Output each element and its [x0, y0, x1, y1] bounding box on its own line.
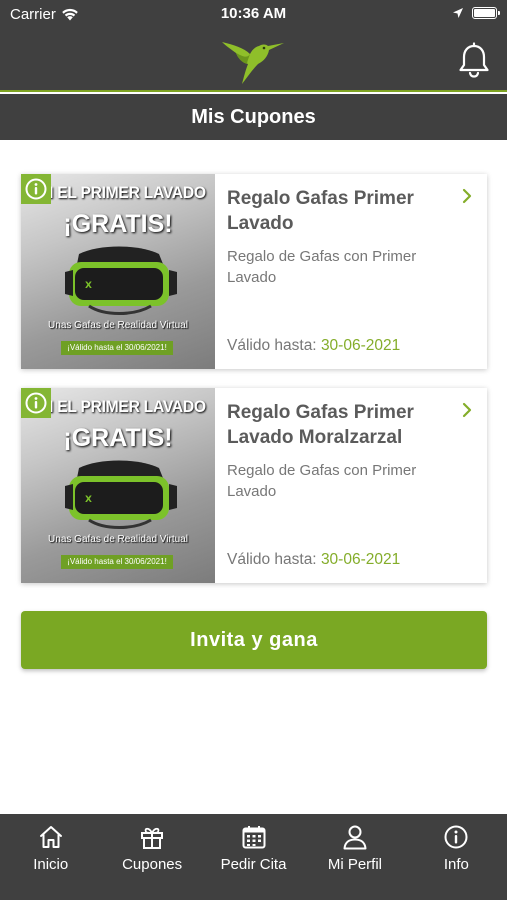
info-icon	[444, 825, 468, 849]
calendar-icon	[242, 826, 266, 849]
chevron-right-icon	[462, 188, 472, 204]
coupon-description: Regalo de Gafas con Primer Lavado	[227, 248, 417, 286]
bell-icon[interactable]	[457, 42, 491, 78]
coupon-validity: Válido hasta: 30-06-2021	[227, 337, 400, 355]
status-right	[452, 7, 500, 19]
invite-button[interactable]: Invita y gana	[21, 611, 487, 669]
coupon-content: Regalo Gafas Primer Lavado Moralzarzal R…	[227, 388, 487, 583]
status-bar: Carrier 10:36 AM	[0, 0, 507, 30]
gift-icon	[141, 827, 164, 849]
coupon-card[interactable]: ON EL PRIMER LAVADO ¡GRATIS! X Unas Gafa…	[21, 388, 487, 583]
valid-label: Válido hasta:	[227, 337, 317, 354]
chevron-right-icon	[462, 402, 472, 418]
coupon-card[interactable]: ON EL PRIMER LAVADO ¡GRATIS! X Unas Gafa…	[21, 174, 487, 369]
page-title-bar: Mis Cupones	[0, 94, 507, 140]
coupon-image-gratis: ¡GRATIS!	[63, 424, 173, 452]
tab-cupones[interactable]: Cupones	[101, 814, 202, 900]
page-title: Mis Cupones	[191, 105, 316, 128]
coupon-image-valid-strip: ¡Válido hasta el 30/06/2021!	[61, 555, 173, 569]
info-circle-icon	[25, 392, 47, 414]
app-header	[0, 30, 507, 92]
tab-pedir-cita[interactable]: Pedir Cita	[203, 814, 304, 900]
valid-label: Válido hasta:	[227, 551, 317, 568]
tab-label: Cupones	[122, 856, 183, 873]
battery-icon	[472, 7, 500, 19]
valid-date: 30-06-2021	[320, 551, 401, 568]
coupon-image-valid-strip: ¡Válido hasta el 30/06/2021!	[61, 341, 173, 355]
coupon-content: Regalo Gafas Primer Lavado Regalo de Gaf…	[227, 174, 487, 369]
coupon-image: ON EL PRIMER LAVADO ¡GRATIS! X Unas Gafa…	[21, 174, 215, 369]
tab-inicio[interactable]: Inicio	[0, 814, 101, 900]
home-icon	[39, 826, 62, 848]
coupon-image-headline: ON EL PRIMER LAVADO	[30, 183, 206, 202]
coupon-image: ON EL PRIMER LAVADO ¡GRATIS! X Unas Gafa…	[21, 388, 215, 583]
valid-date: 30-06-2021	[320, 337, 401, 354]
svg-text:X: X	[85, 495, 92, 505]
coupon-image-subtitle: Unas Gafas de Realidad Virtual	[48, 320, 188, 331]
tab-label: Pedir Cita	[220, 856, 287, 873]
info-badge[interactable]	[21, 388, 51, 418]
coupon-validity: Válido hasta: 30-06-2021	[227, 551, 400, 569]
tab-label: Inicio	[33, 856, 69, 873]
coupon-image-headline: ON EL PRIMER LAVADO	[30, 397, 206, 416]
svg-text:X: X	[85, 281, 92, 291]
tab-bar: Inicio Cupones Pedir Cita Mi Perfil Info	[0, 814, 507, 900]
tab-mi-perfil[interactable]: Mi Perfil	[304, 814, 405, 900]
info-badge[interactable]	[21, 174, 51, 204]
coupon-image-subtitle: Unas Gafas de Realidad Virtual	[48, 534, 188, 545]
clock: 10:36 AM	[220, 5, 287, 22]
location-arrow-icon	[453, 8, 463, 18]
coupon-title: Regalo Gafas Primer Lavado	[227, 188, 414, 234]
vr-goggles-icon: X	[65, 460, 177, 529]
invite-button-label: Invita y gana	[190, 628, 318, 651]
tab-label: Mi Perfil	[327, 856, 382, 873]
tab-label: Info	[443, 856, 469, 873]
coupon-description: Regalo de Gafas con Primer Lavado	[227, 462, 417, 500]
user-icon	[343, 825, 367, 850]
coupon-title: Regalo Gafas Primer Lavado Moralzarzal	[227, 402, 414, 448]
hummingbird-logo-icon	[222, 42, 284, 84]
coupon-image-gratis: ¡GRATIS!	[63, 210, 173, 238]
info-circle-icon	[25, 178, 47, 200]
vr-goggles-icon: X	[65, 246, 177, 315]
tab-info[interactable]: Info	[406, 814, 507, 900]
